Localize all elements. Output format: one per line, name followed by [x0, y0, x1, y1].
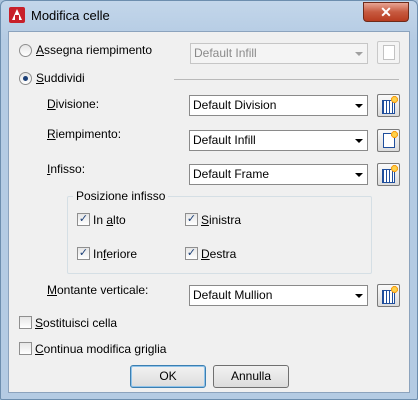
assign-fill-browse-button[interactable]	[377, 41, 400, 64]
separator-line	[174, 79, 399, 80]
autocad-icon	[9, 7, 25, 23]
ok-button[interactable]: OK	[130, 365, 206, 388]
new-style-spark-icon	[391, 96, 398, 103]
new-style-spark-icon	[391, 286, 398, 293]
frame-select[interactable]: Default Frame	[189, 164, 368, 185]
chevron-down-icon	[355, 294, 363, 298]
infill-select[interactable]: Default Infill	[189, 130, 368, 151]
new-style-spark-icon	[391, 131, 398, 138]
frame-browse-button[interactable]	[377, 163, 400, 186]
mullion-browse-button[interactable]	[377, 284, 400, 307]
subdivide-radio[interactable]	[19, 72, 32, 85]
infill-label: Riempimento:	[47, 127, 122, 141]
chevron-down-icon	[355, 104, 363, 108]
assign-fill-select[interactable]: Default Infill	[190, 43, 368, 64]
cancel-button[interactable]: Annulla	[213, 365, 289, 388]
frame-bottom-checkbox[interactable]: ✓	[77, 247, 90, 260]
replace-cell-checkbox[interactable]	[19, 316, 32, 329]
continue-edit-label[interactable]: Continua modifica griglia	[35, 342, 166, 356]
frame-top-checkbox[interactable]: ✓	[77, 213, 90, 226]
division-select[interactable]: Default Division	[189, 95, 368, 116]
title-bar[interactable]: Modifica celle ✕	[1, 1, 417, 31]
dialog-window: Modifica celle ✕ Assegna riempimento Def…	[0, 0, 418, 400]
frame-position-title: Posizione infisso	[73, 189, 169, 203]
division-browse-button[interactable]	[377, 94, 400, 117]
close-button[interactable]: ✕	[363, 2, 409, 22]
chevron-down-icon	[355, 173, 363, 177]
division-label: Divisione:	[47, 97, 100, 111]
frame-top-label[interactable]: In alto	[93, 213, 126, 227]
frame-left-label[interactable]: Sinistra	[201, 213, 241, 227]
frame-left-checkbox[interactable]: ✓	[185, 213, 198, 226]
mullion-label: Montante verticale:	[47, 283, 149, 297]
frame-right-checkbox[interactable]: ✓	[185, 247, 198, 260]
frame-position-group	[67, 196, 372, 274]
dialog-client: Assegna riempimento Default Infill Suddi…	[8, 31, 410, 393]
frame-right-label[interactable]: Destra	[201, 247, 236, 261]
subdivide-label[interactable]: Suddividi	[36, 71, 85, 85]
chevron-down-icon	[355, 52, 363, 56]
assign-fill-radio[interactable]	[19, 44, 32, 57]
frame-bottom-label[interactable]: Inferiore	[93, 247, 137, 261]
replace-cell-label[interactable]: Sostituisci cella	[35, 316, 117, 330]
assign-fill-label[interactable]: Assegna riempimento	[36, 43, 152, 57]
continue-edit-checkbox[interactable]	[19, 342, 32, 355]
new-style-spark-icon	[391, 165, 398, 172]
chevron-down-icon	[355, 139, 363, 143]
infill-browse-icon	[383, 45, 395, 60]
infill-browse-button[interactable]	[377, 129, 400, 152]
frame-label: Infisso:	[47, 162, 86, 176]
mullion-select[interactable]: Default Mullion	[189, 285, 368, 306]
window-title: Modifica celle	[31, 8, 110, 23]
